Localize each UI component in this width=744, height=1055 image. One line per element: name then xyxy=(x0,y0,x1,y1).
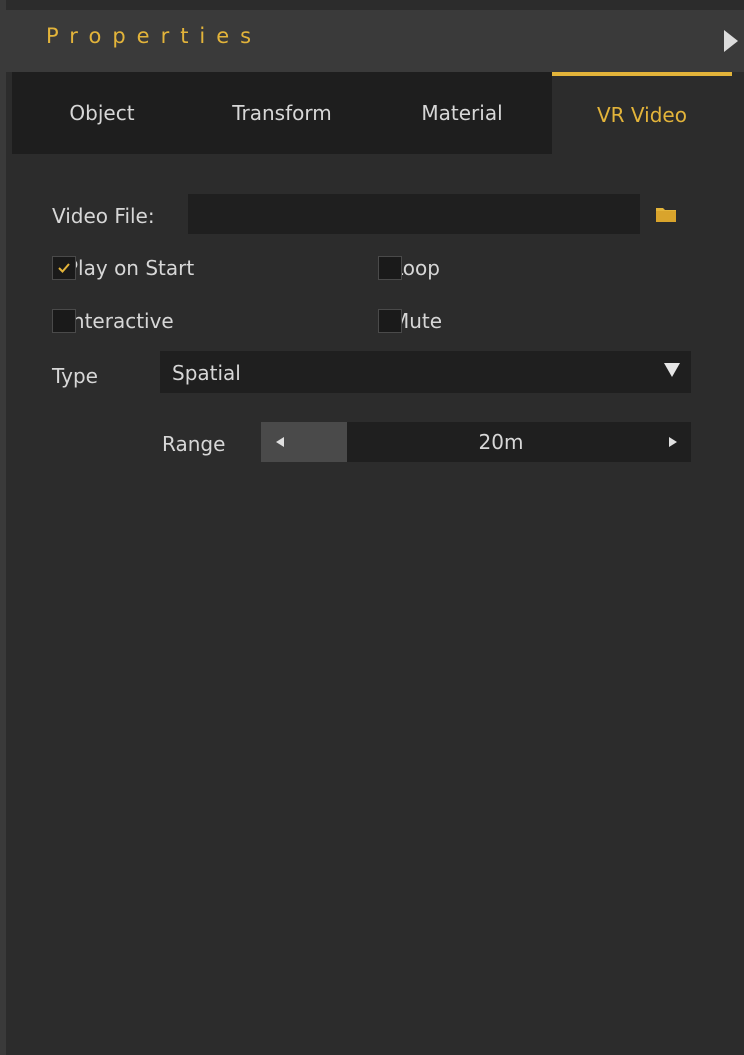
range-value: 20m xyxy=(478,430,524,454)
tab-vr-video[interactable]: VR Video xyxy=(552,72,732,154)
range-increment-button[interactable] xyxy=(655,422,691,462)
type-dropdown[interactable]: Spatial xyxy=(160,351,691,393)
type-label: Type xyxy=(52,364,98,388)
panel-title-bar: Properties xyxy=(6,10,744,72)
tab-object-label: Object xyxy=(69,101,135,125)
tab-bar: Object Transform Material VR Video xyxy=(12,72,732,154)
tab-vr-video-label: VR Video xyxy=(597,103,687,127)
dropdown-arrow-icon xyxy=(663,359,681,383)
vr-video-content: Video File: Play on Start Loop Interacti… xyxy=(12,154,732,1055)
mute-checkbox[interactable] xyxy=(378,309,402,333)
tab-object[interactable]: Object xyxy=(12,72,192,154)
browse-button[interactable] xyxy=(655,205,677,227)
panel-left-edge xyxy=(0,0,6,1055)
tab-material-label: Material xyxy=(421,101,503,125)
checkmark-icon xyxy=(58,263,70,273)
loop-checkbox[interactable] xyxy=(378,256,402,280)
play-on-start-option[interactable]: Play on Start xyxy=(52,256,194,280)
video-file-field[interactable] xyxy=(188,194,640,234)
collapse-button[interactable] xyxy=(718,26,744,56)
interactive-label: Interactive xyxy=(66,309,174,333)
tab-transform-label: Transform xyxy=(232,101,332,125)
interactive-checkbox[interactable] xyxy=(52,309,76,333)
range-decrement-button[interactable] xyxy=(261,422,347,462)
folder-icon xyxy=(656,208,676,222)
range-label: Range xyxy=(162,432,226,456)
tab-transform[interactable]: Transform xyxy=(192,72,372,154)
interactive-option[interactable]: Interactive xyxy=(52,309,174,333)
play-on-start-label: Play on Start xyxy=(66,256,195,280)
arrow-right-icon xyxy=(669,437,677,447)
mute-option[interactable]: Mute xyxy=(378,309,442,333)
play-right-icon xyxy=(724,30,738,52)
play-on-start-checkbox[interactable] xyxy=(52,256,76,280)
arrow-left-icon xyxy=(276,437,284,447)
panel-title: Properties xyxy=(46,24,263,48)
properties-panel: Properties Object Transform Material VR … xyxy=(0,0,744,1055)
type-dropdown-value: Spatial xyxy=(172,361,241,385)
loop-option[interactable]: Loop xyxy=(378,256,440,280)
video-file-label: Video File: xyxy=(52,204,155,228)
range-slider[interactable]: 20m xyxy=(261,422,691,462)
tab-material[interactable]: Material xyxy=(372,72,552,154)
